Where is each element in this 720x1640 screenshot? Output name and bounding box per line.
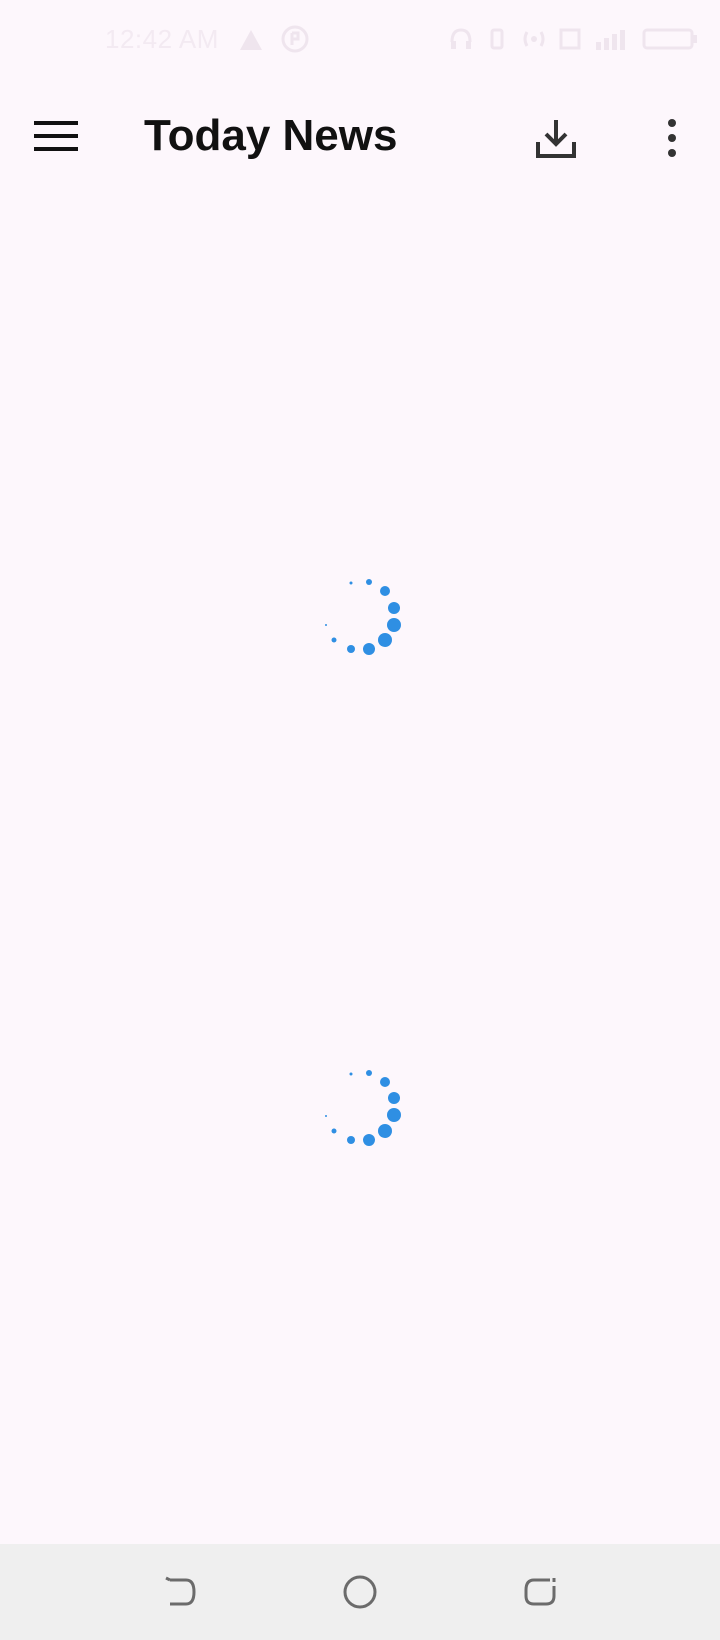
more-vertical-icon	[668, 119, 676, 157]
home-icon	[343, 1575, 377, 1609]
loading-spinner	[325, 579, 401, 655]
download-button[interactable]	[520, 102, 592, 174]
hotspot-icon	[523, 31, 545, 47]
page-title: Today News	[144, 111, 398, 160]
volte-icon	[559, 28, 581, 50]
system-nav-bar	[0, 1544, 720, 1640]
status-right-icons	[448, 26, 698, 52]
home-button[interactable]	[334, 1566, 386, 1618]
more-options-button[interactable]	[636, 102, 708, 174]
app-bar: Today News	[0, 80, 720, 192]
app-icon	[281, 25, 309, 53]
back-icon	[165, 1576, 196, 1606]
notification-icon	[240, 30, 262, 50]
app-screen: 12:42 AM Today News	[0, 0, 720, 1640]
headset-icon	[450, 28, 472, 49]
status-left-icons	[236, 24, 310, 54]
hamburger-menu-icon	[34, 121, 78, 151]
back-button[interactable]	[154, 1566, 206, 1618]
menu-button[interactable]	[22, 102, 90, 170]
download-icon	[536, 120, 576, 158]
vibrate-icon	[490, 28, 504, 50]
battery-icon	[642, 28, 697, 50]
loading-spinner	[325, 1070, 401, 1146]
status-bar: 12:42 AM	[0, 0, 720, 80]
status-time: 12:42 AM	[105, 24, 219, 54]
recents-icon	[524, 1578, 556, 1606]
signal-icon	[596, 30, 625, 50]
recents-button[interactable]	[514, 1566, 566, 1618]
